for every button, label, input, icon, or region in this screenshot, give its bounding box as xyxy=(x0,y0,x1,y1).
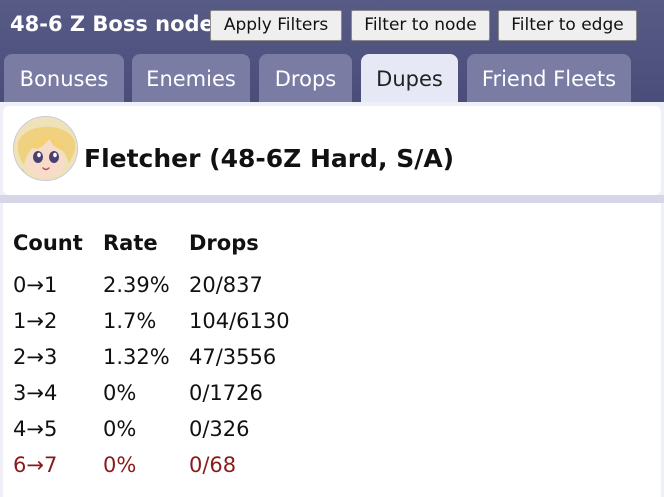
ship-avatar xyxy=(13,116,78,181)
table-header-rate: Rate xyxy=(103,231,158,255)
cell-drops: 0/326 xyxy=(189,417,250,441)
top-bar: 48-6 Z Boss node Apply Filters Filter to… xyxy=(0,0,664,102)
page-title: 48-6 Z Boss node xyxy=(10,12,214,36)
cell-count: 1→2 xyxy=(13,309,58,333)
cell-drops: 0/1726 xyxy=(189,381,263,405)
tab-drops[interactable]: Drops xyxy=(259,54,352,102)
cell-rate: 0% xyxy=(103,417,137,441)
tab-bonuses[interactable]: Bonuses xyxy=(4,54,124,102)
cell-drops: 0/68 xyxy=(189,453,237,477)
cell-rate: 0% xyxy=(103,381,137,405)
cell-count: 3→4 xyxy=(13,381,58,405)
cell-rate: 2.39% xyxy=(103,273,170,297)
dupes-table: Count Rate Drops 0→1 2.39% 20/837 1→2 1.… xyxy=(3,203,661,497)
ship-title: Fletcher (48-6Z Hard, S/A) xyxy=(84,144,455,173)
tab-friend-fleets[interactable]: Friend Fleets xyxy=(467,54,631,102)
cell-drops: 47/3556 xyxy=(189,345,277,369)
cell-count: 6→7 xyxy=(13,453,58,477)
filter-to-node-button[interactable]: Filter to node xyxy=(351,10,490,41)
cell-count: 4→5 xyxy=(13,417,58,441)
section-separator xyxy=(0,195,664,203)
cell-drops: 104/6130 xyxy=(189,309,290,333)
cell-count: 0→1 xyxy=(13,273,58,297)
tab-enemies[interactable]: Enemies xyxy=(132,54,250,102)
table-header-drops: Drops xyxy=(189,231,259,255)
cell-rate: 0% xyxy=(103,453,137,477)
filter-to-edge-button[interactable]: Filter to edge xyxy=(498,10,637,41)
cell-rate: 1.32% xyxy=(103,345,170,369)
ship-header-card: Fletcher (48-6Z Hard, S/A) xyxy=(3,106,661,195)
cell-rate: 1.7% xyxy=(103,309,157,333)
cell-count: 2→3 xyxy=(13,345,58,369)
apply-filters-button[interactable]: Apply Filters xyxy=(210,10,342,41)
table-header-count: Count xyxy=(13,231,83,255)
ship-avatar-image xyxy=(14,117,77,180)
cell-drops: 20/837 xyxy=(189,273,263,297)
tab-dupes[interactable]: Dupes xyxy=(361,54,458,102)
